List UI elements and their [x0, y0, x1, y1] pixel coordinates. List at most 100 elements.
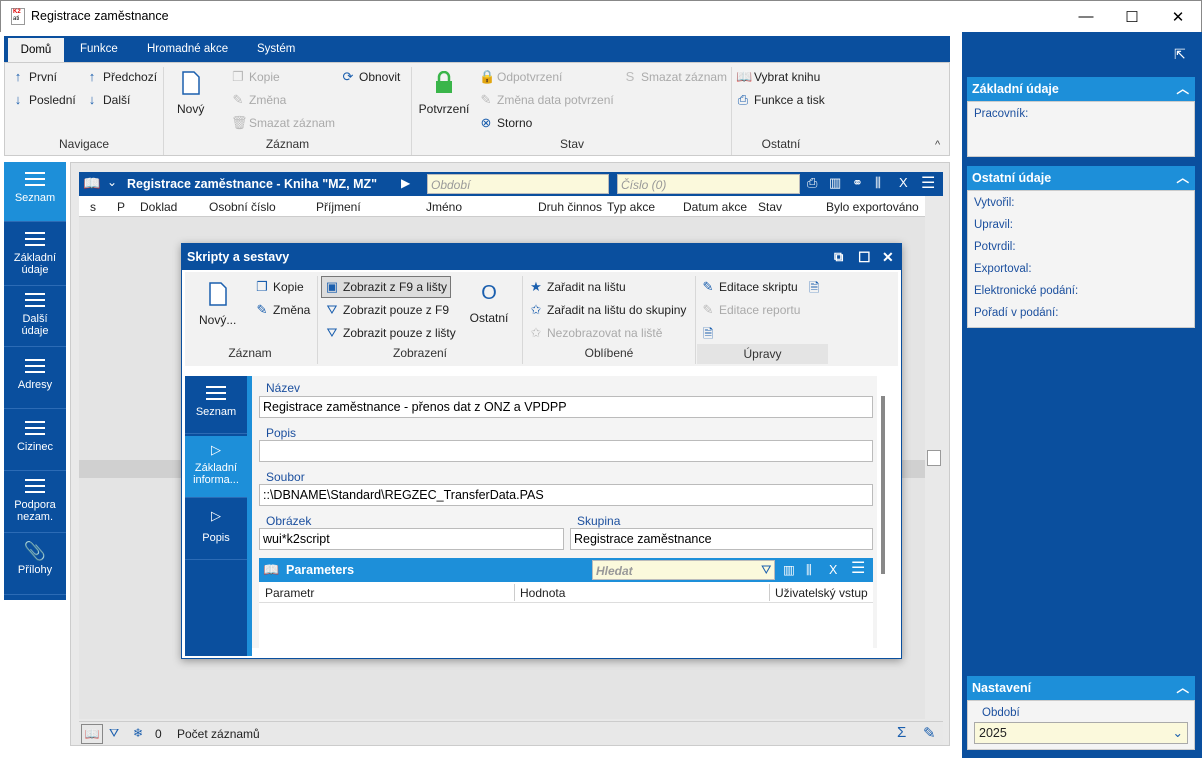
- collapse-ribbon-icon[interactable]: ^: [935, 139, 940, 151]
- nav-item-attachments[interactable]: 📎 Přílohy: [4, 535, 66, 595]
- network-icon[interactable]: ⚭: [852, 175, 863, 191]
- dialog-nav-description[interactable]: ▷ Popis: [185, 500, 247, 560]
- period-input[interactable]: Období: [427, 174, 609, 194]
- description-input[interactable]: [259, 440, 873, 462]
- tab-system[interactable]: Systém: [247, 36, 305, 62]
- column-header[interactable]: P: [117, 200, 125, 214]
- select-book-button[interactable]: 📖 Vybrat knihu: [736, 69, 820, 85]
- add-to-bar-button[interactable]: ★ Zařadit na lištu: [529, 279, 626, 295]
- confirm-button[interactable]: Potvrzení: [417, 70, 471, 116]
- number-input[interactable]: Číslo (0): [617, 174, 800, 194]
- menu-icon[interactable]: ☰: [921, 173, 935, 193]
- previous-button[interactable]: ↑ Předchozí: [85, 69, 157, 84]
- chevron-down-icon[interactable]: ⌄: [107, 175, 117, 189]
- next-button[interactable]: ↓ Další: [85, 92, 131, 107]
- nav-item-basic[interactable]: Základní údaje: [4, 226, 66, 286]
- menu-icon[interactable]: ☰: [851, 557, 865, 581]
- chevron-up-icon[interactable]: ︿: [1176, 166, 1189, 190]
- chart-icon[interactable]: ▥: [783, 558, 795, 582]
- nav-item-foreigner[interactable]: Cizinec: [4, 411, 66, 471]
- copy-button[interactable]: ❐ Kopie: [231, 69, 280, 85]
- filter-icon[interactable]: ⛛: [109, 726, 119, 741]
- column-header[interactable]: s: [90, 200, 96, 214]
- new-button[interactable]: Nový: [177, 71, 204, 116]
- group-input[interactable]: Registrace zaměstnance: [570, 528, 873, 550]
- hide-from-bar-button[interactable]: ✩ Nezobrazovat na liště: [529, 325, 663, 341]
- close-button[interactable]: ✕: [1155, 1, 1201, 32]
- refresh-button[interactable]: ⟳ Obnovit: [341, 69, 401, 85]
- form-scrollbar[interactable]: [881, 396, 885, 574]
- dialog-copy-button[interactable]: ❐ Kopie: [255, 279, 304, 295]
- period-select[interactable]: 2025 ⌄: [974, 722, 1188, 744]
- column-header[interactable]: Doklad: [140, 200, 177, 214]
- last-button[interactable]: ↓ Poslední: [11, 92, 76, 107]
- show-f9-only-button[interactable]: ⛛ Zobrazit pouze z F9: [325, 302, 450, 318]
- column-header[interactable]: Jméno: [426, 200, 462, 214]
- snowflake-icon[interactable]: ❄: [133, 726, 143, 740]
- edit-report-button[interactable]: ✎ Editace reportu: [701, 302, 801, 318]
- nav-item-other[interactable]: Další údaje: [4, 287, 66, 347]
- section-other-header[interactable]: Ostatní údaje ︿: [967, 166, 1195, 190]
- section-settings-header[interactable]: Nastavení ︿: [967, 676, 1195, 700]
- book-icon[interactable]: 📖: [81, 724, 103, 744]
- pencil-icon[interactable]: ✎: [923, 724, 936, 742]
- scroll-thumb[interactable]: [927, 450, 941, 466]
- excel-icon[interactable]: X: [899, 175, 908, 190]
- column-header[interactable]: Hodnota: [520, 586, 565, 600]
- chevron-up-icon[interactable]: ︿: [1176, 77, 1189, 101]
- chevron-up-icon[interactable]: ︿: [1176, 676, 1189, 700]
- column-header[interactable]: Bylo exportováno: [826, 200, 919, 214]
- column-header[interactable]: Příjmení: [316, 200, 361, 214]
- file-input[interactable]: ::\DBNAME\Standard\REGZEC_TransferData.P…: [259, 484, 873, 506]
- name-input[interactable]: Registrace zaměstnance - přenos dat z ON…: [259, 396, 873, 418]
- maximize-button[interactable]: ☐: [1109, 1, 1155, 32]
- change-button[interactable]: ✎ Změna: [231, 92, 287, 108]
- nav-item-addresses[interactable]: Adresy: [4, 349, 66, 409]
- nav-item-list[interactable]: Seznam: [4, 162, 66, 222]
- printer-icon[interactable]: ⎙: [807, 175, 817, 191]
- chart-icon[interactable]: ▥: [829, 175, 841, 191]
- popout-icon[interactable]: ⇱: [1174, 46, 1186, 63]
- column-header[interactable]: Stav: [758, 200, 782, 214]
- edit-script-button[interactable]: ✎ Editace skriptu: [701, 279, 798, 295]
- dialog-other-button[interactable]: O Ostatní: [469, 282, 509, 325]
- dialog-change-button[interactable]: ✎ Změna: [255, 302, 311, 318]
- play-icon[interactable]: ▶: [401, 176, 410, 190]
- column-header[interactable]: Datum akce: [683, 200, 747, 214]
- columns-icon[interactable]: ⫼: [875, 175, 881, 191]
- add-to-bar-group-button[interactable]: ✩ Zařadit na lištu do skupiny: [529, 302, 687, 318]
- nav-item-support[interactable]: Podpora nezam.: [4, 473, 66, 533]
- functions-print-button[interactable]: ⎙ Funkce a tisk: [736, 92, 825, 108]
- column-header[interactable]: Parametr: [265, 586, 314, 600]
- sum-icon[interactable]: Σ: [897, 724, 906, 741]
- delete-state-button[interactable]: S Smazat záznam: [623, 69, 727, 84]
- columns-icon[interactable]: ⫼: [806, 558, 812, 582]
- minimize-button[interactable]: —: [1063, 1, 1109, 32]
- change-date-button[interactable]: ✎ Změna data potvrzení: [479, 92, 614, 108]
- show-f9-and-bar-button[interactable]: ▣ Zobrazit z F9 a lišty: [321, 276, 452, 298]
- dialog-new-button[interactable]: Nový...: [199, 282, 236, 327]
- delete-record-button[interactable]: 🗑 Smazat záznam: [231, 115, 335, 131]
- column-header[interactable]: Osobní číslo: [209, 200, 276, 214]
- column-header[interactable]: Druh činnos: [538, 200, 602, 214]
- tab-functions[interactable]: Funkce: [70, 36, 128, 62]
- image-input[interactable]: wui*k2script: [259, 528, 564, 550]
- column-header[interactable]: Uživatelský vstup: [775, 586, 868, 600]
- storno-button[interactable]: ⊗ Storno: [479, 115, 533, 131]
- show-bar-only-button[interactable]: ⛛ Zobrazit pouze z lišty: [325, 325, 456, 341]
- maximize-icon[interactable]: ☐: [858, 244, 871, 270]
- filter-icon[interactable]: ⛛: [761, 558, 772, 582]
- vertical-scrollbar[interactable]: [925, 196, 943, 719]
- document-icon[interactable]: 🗎: [809, 279, 819, 301]
- first-button[interactable]: ↑ První: [11, 69, 57, 84]
- tab-bulk-actions[interactable]: Hromadné akce: [137, 36, 238, 62]
- tab-home[interactable]: Domů: [8, 38, 64, 62]
- restore-icon[interactable]: ⧉: [834, 244, 843, 270]
- parameters-body[interactable]: [259, 603, 873, 649]
- section-basic-header[interactable]: Základní údaje ︿: [967, 77, 1195, 101]
- column-header[interactable]: Typ akce: [607, 200, 655, 214]
- close-icon[interactable]: ✕: [882, 244, 894, 270]
- excel-icon[interactable]: X: [829, 558, 837, 582]
- unconfirm-button[interactable]: 🔒 Odpotvrzení: [479, 69, 562, 85]
- dialog-nav-basic-info[interactable]: ▷ Základní informa...: [185, 436, 247, 498]
